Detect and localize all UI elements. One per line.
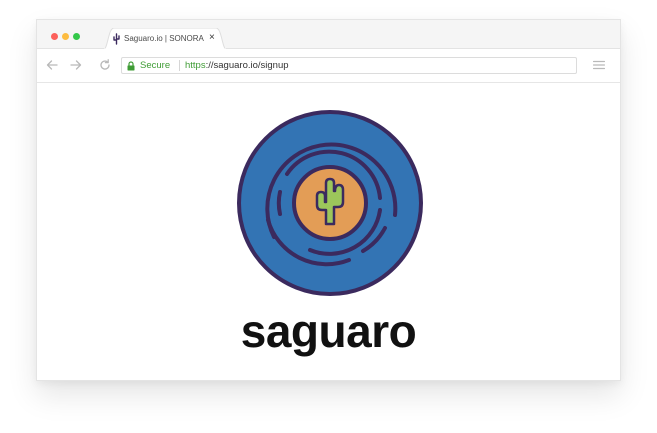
tab-title: Saguaro.io | SONORA bbox=[124, 34, 204, 43]
tab-close-button[interactable]: × bbox=[209, 32, 215, 44]
cactus-icon bbox=[113, 33, 120, 45]
lock-icon bbox=[127, 61, 135, 71]
browser-toolbar: Secure https://saguaro.io/signup bbox=[37, 49, 620, 83]
arrow-left-icon[interactable] bbox=[45, 58, 59, 72]
url-scheme: https bbox=[185, 60, 206, 71]
brand-name: saguaro bbox=[240, 305, 417, 357]
url-text[interactable]: https://saguaro.io/signup bbox=[185, 61, 289, 71]
arrow-right-icon[interactable] bbox=[69, 58, 83, 72]
address-bar[interactable]: Secure https://saguaro.io/signup bbox=[121, 57, 577, 74]
browser-window: Saguaro.io | SONORA × Secure https://sag… bbox=[36, 19, 621, 381]
address-separator bbox=[179, 60, 180, 71]
minimize-window-button[interactable] bbox=[62, 33, 69, 40]
secure-label: Secure bbox=[140, 60, 171, 71]
maximize-window-button[interactable] bbox=[73, 33, 80, 40]
page-content: saguaro bbox=[37, 83, 620, 380]
hamburger-menu-icon[interactable] bbox=[593, 60, 605, 70]
tab-saguaro[interactable]: Saguaro.io | SONORA × bbox=[103, 28, 227, 50]
tab-bar: Saguaro.io | SONORA × bbox=[37, 20, 620, 50]
url-path: ://saguaro.io/signup bbox=[205, 60, 289, 71]
reload-icon[interactable] bbox=[98, 58, 112, 72]
close-window-button[interactable] bbox=[51, 33, 58, 40]
vinyl-record-cactus-icon bbox=[237, 110, 423, 296]
